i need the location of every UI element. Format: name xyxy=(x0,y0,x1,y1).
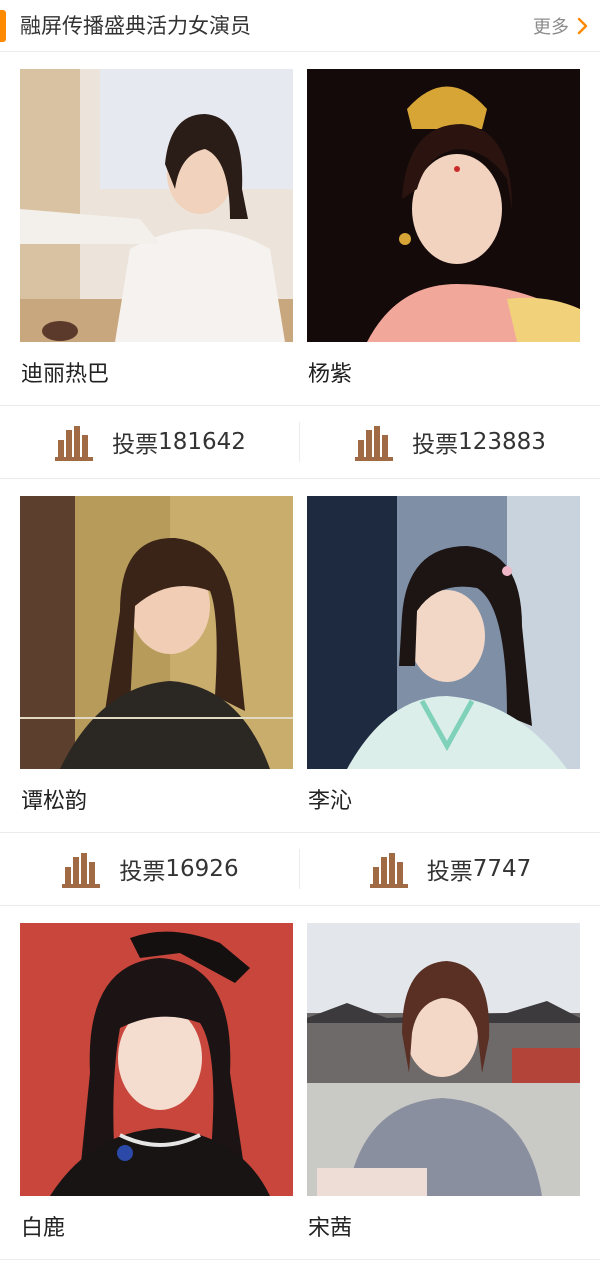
vote-bar: 投票 16926 投票 7747 xyxy=(0,832,600,905)
actress-photo[interactable] xyxy=(307,496,580,769)
actress-card[interactable]: 谭松韵 xyxy=(20,496,293,816)
actress-photo[interactable] xyxy=(20,496,293,769)
section-title: 融屏传播盛典活力女演员 xyxy=(20,14,251,38)
vote-label: 投票 xyxy=(119,859,166,885)
section-header: 融屏传播盛典活力女演员 更多 xyxy=(0,0,600,52)
more-label: 更多 xyxy=(533,17,569,38)
vote-button[interactable]: 投票 16926 xyxy=(0,833,300,905)
actress-photo[interactable] xyxy=(20,69,293,342)
vote-count: 7747 xyxy=(472,856,532,882)
header-accent-bar xyxy=(0,10,6,42)
vote-label: 投票 xyxy=(112,432,159,458)
actress-name: 宋茜 xyxy=(308,1216,353,1241)
bar-chart-icon xyxy=(355,426,394,461)
more-link[interactable]: 更多 xyxy=(533,12,588,40)
actress-row-2: 谭松韵 李沁 投票 16926 投票 7747 xyxy=(0,479,600,906)
actress-card[interactable]: 杨紫 xyxy=(307,69,580,389)
actress-card[interactable]: 迪丽热巴 xyxy=(20,69,293,389)
actress-card[interactable]: 宋茜 xyxy=(307,923,580,1243)
vote-divider xyxy=(299,849,300,889)
actress-name: 杨紫 xyxy=(308,362,353,387)
actress-photo[interactable] xyxy=(20,923,293,1196)
vote-count: 181642 xyxy=(158,429,246,455)
actress-photo[interactable] xyxy=(307,69,580,342)
actress-row-3: 白鹿 宋茜 xyxy=(0,906,600,1260)
actress-name: 白鹿 xyxy=(21,1216,66,1241)
vote-button[interactable]: 投票 7747 xyxy=(300,833,600,905)
chevron-right-icon xyxy=(577,17,588,35)
vote-count: 123883 xyxy=(458,429,546,455)
vote-button[interactable]: 投票 181642 xyxy=(0,406,300,478)
actress-card[interactable]: 白鹿 xyxy=(20,923,293,1243)
vote-count: 16926 xyxy=(165,856,239,882)
vote-button[interactable]: 投票 123883 xyxy=(300,406,600,478)
bar-chart-icon xyxy=(369,853,408,888)
actress-name: 谭松韵 xyxy=(21,789,88,814)
actress-name: 李沁 xyxy=(308,789,353,814)
vote-label: 投票 xyxy=(426,859,473,885)
vote-label: 投票 xyxy=(412,432,459,458)
actress-photo[interactable] xyxy=(307,923,580,1196)
bar-chart-icon xyxy=(55,426,94,461)
actress-card[interactable]: 李沁 xyxy=(307,496,580,816)
actress-row-1: 迪丽热巴 杨紫 投票 181642 投票 123883 xyxy=(0,52,600,479)
actress-name: 迪丽热巴 xyxy=(21,362,110,387)
vote-bar: 投票 181642 投票 123883 xyxy=(0,405,600,478)
vote-divider xyxy=(299,422,300,462)
bar-chart-icon xyxy=(62,853,101,888)
